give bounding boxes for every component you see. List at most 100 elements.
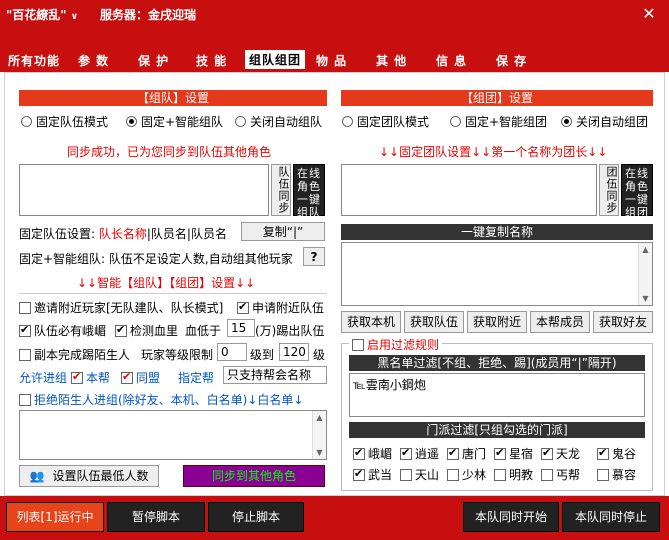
get-nearby-button[interactable]: 获取附近	[467, 311, 527, 333]
sect-label: 星宿	[509, 447, 534, 461]
sect-checkbox[interactable]	[400, 446, 412, 460]
title-bar: "百花繚乱" ∨ 服务器：金戌迎瑞 ✕	[0, 0, 669, 28]
scroll-down-icon[interactable]: ▼	[639, 292, 652, 305]
sect-option[interactable]: 少林	[447, 466, 486, 483]
sect-option[interactable]: 星宿	[494, 445, 533, 462]
online-team-button[interactable]: 在线角色一键组队	[293, 164, 325, 219]
tab-team[interactable]: 组队组团	[245, 50, 306, 74]
scroll-up-icon[interactable]: ▲	[313, 411, 326, 424]
radio-fixed-smart-team[interactable]: 固定+智能组队	[126, 113, 223, 130]
sect-option[interactable]: 逍遥	[400, 445, 439, 462]
sect-label: 天山	[415, 468, 440, 482]
sect-label: 峨嵋	[368, 447, 393, 461]
tab-protect[interactable]: 保 护	[138, 52, 169, 69]
sect-checkbox[interactable]	[597, 446, 609, 460]
sect-option[interactable]: 唐门	[447, 445, 486, 462]
sect-checkbox[interactable]	[541, 469, 553, 481]
radio-auto-raid-off[interactable]: 关闭自动组团	[561, 113, 648, 130]
help-button[interactable]: ?	[303, 247, 325, 266]
invite-nearby-option[interactable]: 邀请附近玩家[无队建队、队长模式]	[19, 299, 223, 316]
sect-checkbox[interactable]	[353, 446, 365, 460]
tab-items[interactable]: 物 品	[316, 52, 347, 69]
level-unit: 级	[313, 348, 326, 362]
sect-label: 鬼谷	[612, 447, 637, 461]
blood-unit: (万)踢出队伍	[255, 324, 325, 338]
main-panel: 【组队】设置 固定队伍模式 固定+智能组队 关闭自动组队 同步成功，已为您同步到…	[4, 72, 665, 496]
scroll-up-icon[interactable]: ▲	[639, 243, 652, 256]
allow-guild-option[interactable]: 本帮	[71, 369, 110, 386]
level-from-input[interactable]: 0	[217, 343, 247, 361]
sect-checkbox[interactable]	[400, 469, 412, 481]
sect-option[interactable]: 明教	[494, 466, 533, 483]
smart-team-text: 固定+智能组队: 队伍不足设定人数,自动组其他玩家	[19, 252, 293, 266]
reject-strangers-option[interactable]: 拒绝陌生人进组(除好友、本机、白名单)↓白名单↓	[19, 391, 303, 408]
get-team-button[interactable]: 获取队伍	[404, 311, 464, 333]
team-stop-button[interactable]: 本队同时停止	[562, 502, 660, 532]
scrollbar[interactable]: ▲ ▼	[312, 411, 326, 459]
sect-checkbox[interactable]	[541, 446, 553, 460]
tab-save[interactable]: 保 存	[496, 52, 527, 69]
scroll-down-icon[interactable]: ▼	[313, 446, 326, 459]
copy-names-header: 一键复制名称	[341, 224, 653, 240]
level-to-input[interactable]: 120	[279, 343, 309, 361]
sect-label: 丐帮	[556, 468, 581, 482]
sync-to-others-button[interactable]: 同步到其他角色	[183, 465, 325, 487]
radio-fixed-team[interactable]: 固定队伍模式	[21, 113, 108, 130]
kick-strangers-option[interactable]: 副本完成踢陌生人	[19, 346, 130, 363]
enable-filter-option[interactable]: 启用过滤规则	[349, 336, 443, 353]
sect-option[interactable]: 天龙	[541, 445, 580, 462]
sect-label: 明教	[509, 468, 534, 482]
get-friends-button[interactable]: 获取好友	[593, 311, 653, 333]
scrollbar[interactable]: ▲ ▼	[638, 243, 652, 305]
sect-checkbox[interactable]	[597, 469, 609, 481]
raid-sync-button[interactable]: 团伍同步	[599, 164, 619, 216]
radio-auto-team-off[interactable]: 关闭自动组队	[235, 113, 322, 130]
blacklist-value: ℡雲南小鋼炮	[353, 378, 426, 392]
sect-option[interactable]: 丐帮	[541, 466, 580, 483]
tab-skills[interactable]: 技 能	[196, 52, 227, 69]
server-label: 服务器：金戌迎瑞	[100, 8, 197, 22]
sect-option[interactable]: 武当	[353, 466, 392, 483]
require-emei-option[interactable]: 队伍必有峨嵋	[19, 322, 106, 339]
close-icon[interactable]: ✕	[638, 4, 660, 24]
sect-checkbox[interactable]	[494, 469, 506, 481]
sect-option[interactable]: 慕容	[597, 466, 636, 483]
check-blood-option[interactable]: 检测血里	[115, 322, 178, 339]
tab-other[interactable]: 其 他	[376, 52, 407, 69]
tab-params[interactable]: 参 数	[78, 52, 109, 69]
sect-option[interactable]: 鬼谷	[597, 445, 636, 462]
whitelist-textarea[interactable]: ▲ ▼	[19, 410, 327, 460]
status-running-button[interactable]: 列表[1]运行中	[6, 502, 104, 532]
chevron-down-icon[interactable]: ∨	[71, 12, 78, 22]
radio-fixed-raid[interactable]: 固定团队模式	[342, 113, 429, 130]
team-start-button[interactable]: 本队同时开始	[463, 502, 559, 532]
sect-option[interactable]: 峨嵋	[353, 445, 392, 462]
sect-checkbox[interactable]	[494, 446, 506, 460]
divider	[19, 293, 327, 294]
assign-guild-input[interactable]: 只支持帮会名称	[223, 366, 327, 384]
copy-names-textarea[interactable]: ▲ ▼	[341, 242, 653, 306]
sect-label: 天龙	[556, 447, 581, 461]
allow-alliance-option[interactable]: 同盟	[121, 369, 160, 386]
apply-nearby-option[interactable]: 申请附近队伍	[237, 299, 324, 316]
sect-checkbox[interactable]	[353, 467, 365, 481]
team-sync-button[interactable]: 队伍同步	[271, 164, 291, 216]
guild-members-button[interactable]: 本帮成员	[530, 311, 590, 333]
team-names-textarea[interactable]	[19, 164, 269, 216]
raid-names-textarea[interactable]	[341, 164, 597, 216]
get-local-button[interactable]: 获取本机	[341, 311, 401, 333]
users-icon: 👥	[29, 469, 45, 483]
stop-script-button[interactable]: 停止脚本	[208, 502, 304, 532]
sect-option[interactable]: 天山	[400, 466, 439, 483]
sect-checkbox[interactable]	[447, 446, 459, 460]
sect-checkbox[interactable]	[447, 469, 459, 481]
blacklist-textarea[interactable]: ℡雲南小鋼炮	[349, 373, 645, 417]
pause-script-button[interactable]: 暂停脚本	[107, 502, 205, 532]
tab-all[interactable]: 所有功能	[8, 52, 60, 69]
radio-fixed-smart-raid[interactable]: 固定+智能组团	[450, 113, 547, 130]
online-raid-button[interactable]: 在线角色一键组团	[621, 164, 653, 219]
copy-separator-button[interactable]: 复制“|”	[241, 222, 325, 241]
blood-input[interactable]: 15	[227, 319, 255, 337]
tab-info[interactable]: 信 息	[436, 52, 467, 69]
set-min-members-button[interactable]: 👥 设置队伍最低人数	[19, 465, 159, 487]
